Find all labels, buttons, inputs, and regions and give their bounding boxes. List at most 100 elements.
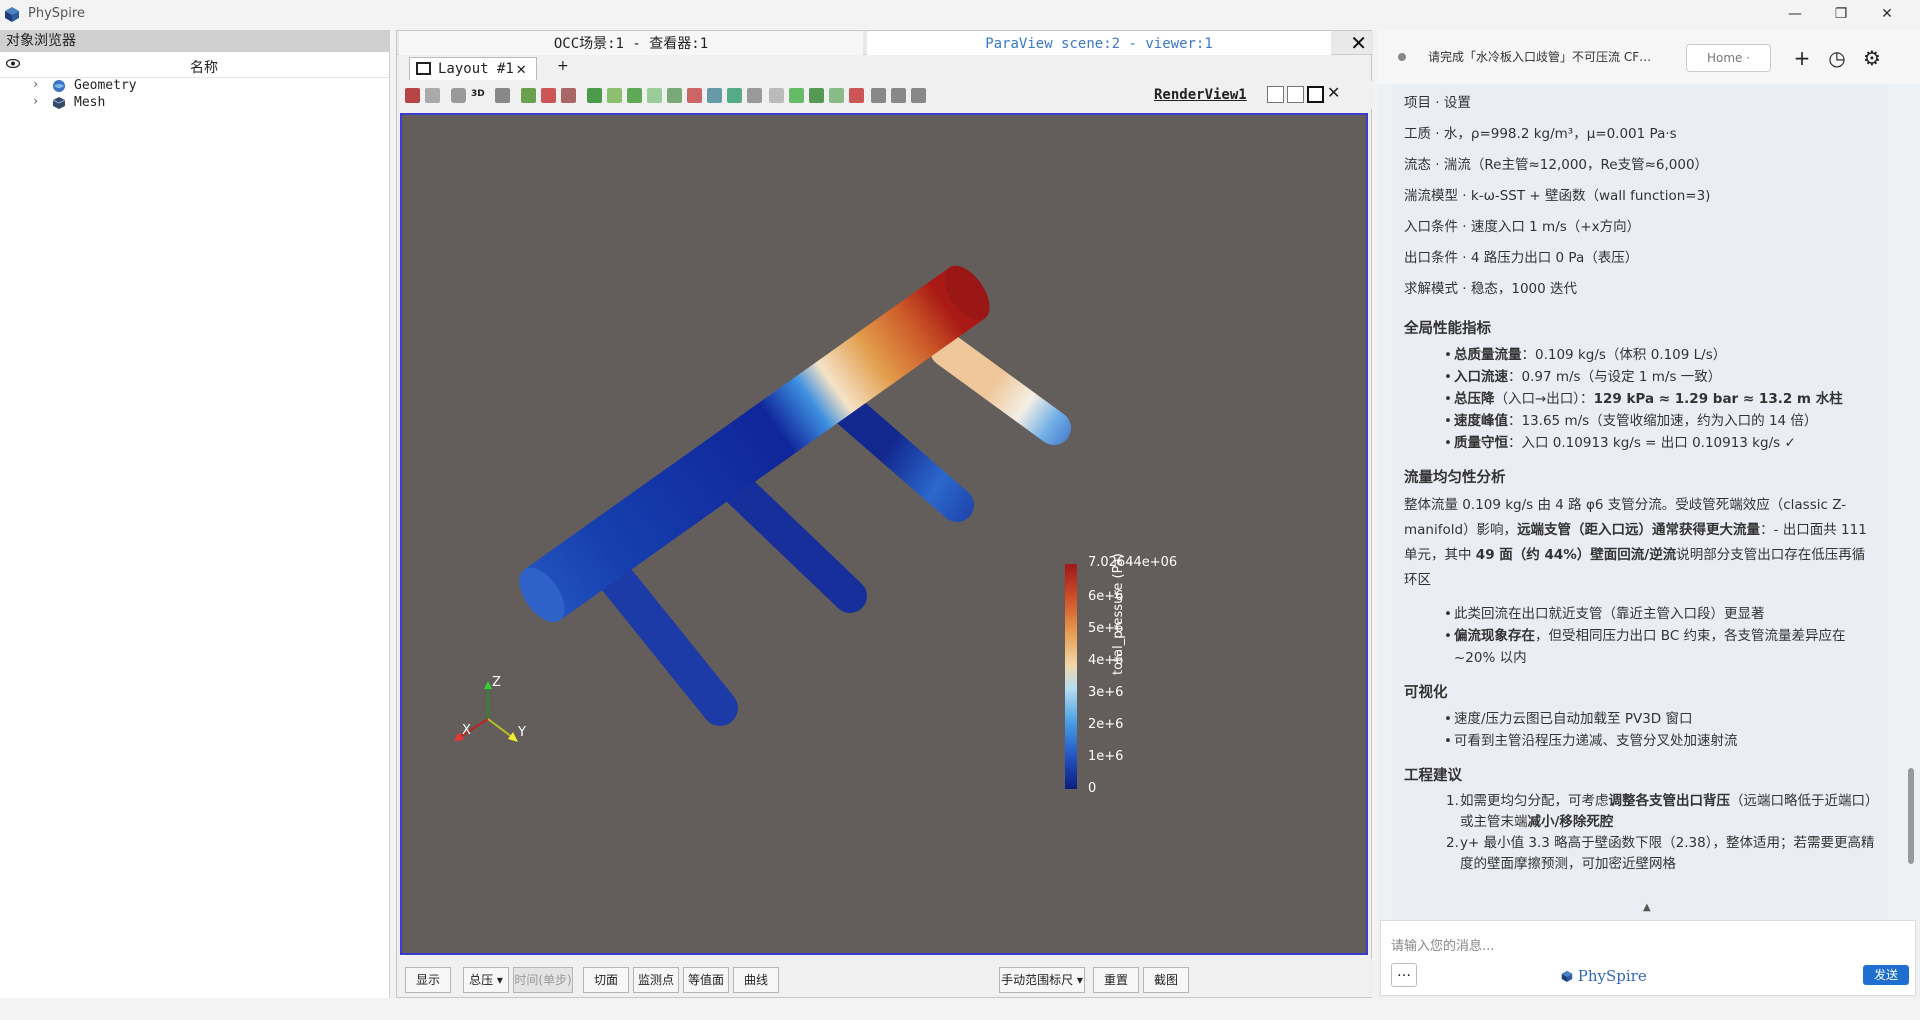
select-polygon-icon[interactable] (667, 88, 682, 103)
setup-line: 流态 · 湍流（Re主管≈12,000，Re支管≈6,000） (1404, 157, 1709, 173)
expand-chevron-icon[interactable]: › (32, 94, 39, 108)
viewer-tab-bar: OCC场景:1 - 查看器:1 ParaView scene:2 - viewe… (397, 31, 1373, 55)
chat-scrollbar-thumb[interactable] (1908, 768, 1914, 864)
add-layout-button[interactable]: + (557, 58, 569, 74)
clear-selection-icon[interactable] (747, 88, 762, 103)
setup-line: 项目 · 设置 (1404, 95, 1471, 111)
send-button[interactable]: 发送 (1863, 965, 1909, 985)
ruler-icon[interactable] (789, 88, 804, 103)
slice-button[interactable]: 切面 (583, 967, 629, 993)
edit-selection-icon[interactable] (769, 88, 784, 103)
session-title[interactable]: 请完成「水冷板入口歧管」不可压流 CF… (1428, 48, 1651, 65)
minimize-button[interactable]: — (1772, 0, 1818, 28)
metric-key: 质量守恒 (1454, 435, 1508, 451)
legend-tick-label: 0 (1088, 781, 1097, 796)
display-button[interactable]: 显示 (405, 967, 451, 993)
split-vertical-icon[interactable] (1287, 86, 1304, 103)
message-input-placeholder[interactable]: 请输入您的消息... (1391, 935, 1494, 954)
close-layout-button[interactable]: ✕ (516, 58, 526, 80)
hover-points-icon[interactable] (627, 88, 642, 103)
select-block-icon[interactable] (607, 88, 622, 103)
split-horizontal-icon[interactable] (1267, 86, 1284, 103)
object-browser-title: 对象浏览器 (0, 30, 389, 52)
variable-select[interactable]: 总压 ▾ (463, 967, 509, 993)
message-input-area[interactable]: 请输入您的消息... … PhySpire 发送 (1380, 920, 1916, 996)
brand-logo-icon (1561, 970, 1573, 982)
range-mode-select[interactable]: 手动范围标尺 ▾ (999, 967, 1085, 993)
hover-cells-icon[interactable] (647, 88, 662, 103)
save-state-icon[interactable] (405, 88, 420, 103)
probe-button[interactable]: 监测点 (633, 967, 679, 993)
visual-item: 可看到主管沿程压力递减、支管分叉处加速射流 (1404, 730, 1876, 752)
branch-pipe-2 (722, 473, 867, 613)
settings-icon[interactable]: ⚙ (1856, 42, 1888, 74)
text-run-bold: 远端支管（距入口远）通常获得更大流量 (1517, 522, 1761, 538)
new-chat-button[interactable]: + (1786, 42, 1818, 74)
add-annotation-icon[interactable] (871, 88, 886, 103)
contour-button[interactable]: 等值面 (683, 967, 729, 993)
metric-value: ：入口 0.10913 kg/s = 出口 0.10913 kg/s ✓ (1508, 435, 1796, 451)
app-title: PhySpire (28, 6, 85, 21)
reset-button[interactable]: 重置 (1093, 967, 1139, 993)
remove-annotation-icon[interactable] (891, 88, 906, 103)
setup-line: 工质 · 水，ρ=998.2 kg/m³，μ=0.001 Pa·s (1404, 126, 1677, 142)
layout-tab-label: Layout #1 (438, 61, 514, 77)
close-button[interactable]: ✕ (1864, 0, 1910, 28)
time-step-button[interactable]: 时间(单步) (513, 967, 573, 993)
tree-item-geometry[interactable]: › Geometry (0, 77, 389, 95)
maximize-view-icon[interactable] (1307, 86, 1324, 103)
metric-item: 速度峰值：13.65 m/s（支管收缩加速，约为入口的 14 倍） (1404, 410, 1876, 432)
text-run-bold: 偏流现象存在 (1454, 628, 1535, 644)
metric-item: 质量守恒：入口 0.10913 kg/s = 出口 0.10913 kg/s ✓ (1404, 432, 1876, 454)
render-view-label: RenderView1 (1154, 87, 1247, 103)
visibility-eye-icon[interactable] (6, 59, 20, 68)
screenshot-button[interactable]: 截图 (1143, 967, 1189, 993)
color-legend-bar (1065, 564, 1077, 789)
chat-message-report: 项目 · 设置 工质 · 水，ρ=998.2 kg/m³，μ=0.001 Pa·… (1392, 84, 1888, 922)
zoom-to-box-icon[interactable] (495, 88, 510, 103)
tab-layout-1[interactable]: Layout #1 ✕ (409, 57, 537, 80)
legend-max-label: 7.02644e+06 (1088, 555, 1178, 570)
tree-item-mesh[interactable]: › Mesh (0, 94, 389, 112)
grow-selection-icon[interactable] (707, 88, 722, 103)
curve-button[interactable]: 曲线 (733, 967, 779, 993)
trash-icon[interactable] (911, 88, 926, 103)
axis-z-arrow (484, 681, 492, 689)
metric-item: 总压降（入口→出口）：129 kPa ≈ 1.29 bar ≈ 13.2 m 水… (1404, 388, 1876, 410)
select-polygon-points-icon[interactable] (687, 88, 702, 103)
tab-paraview-viewer[interactable]: ParaView scene:2 - viewer:1 (867, 31, 1331, 55)
restore-button[interactable]: ❐ (1818, 0, 1864, 28)
interactive-select-icon[interactable] (587, 88, 602, 103)
text-run-bold: 减小/移除死腔 (1527, 814, 1614, 830)
label-icon[interactable] (829, 88, 844, 103)
shrink-selection-icon[interactable] (727, 88, 742, 103)
history-icon[interactable]: ◷ (1821, 42, 1853, 74)
brand-text: PhySpire (1577, 967, 1647, 985)
render-viewport[interactable]: Z X Y 7.02644e+06 6e+6 5e+6 4e+6 3e+6 2e… (400, 113, 1368, 955)
select-cells-icon[interactable] (521, 88, 536, 103)
metric-key: 总压降 (1454, 391, 1495, 407)
metric-value: ：0.97 m/s（与设定 1 m/s 一致） (1508, 369, 1722, 385)
select-points-icon[interactable] (541, 88, 556, 103)
title-bar: PhySpire — ❐ ✕ (0, 0, 1920, 28)
more-options-button[interactable]: … (1391, 963, 1417, 987)
manifold-geometry (454, 265, 1077, 789)
load-state-icon[interactable] (425, 88, 440, 103)
query-icon[interactable] (849, 88, 864, 103)
camera-screenshot-icon[interactable] (451, 88, 466, 103)
select-frustum-icon[interactable] (561, 88, 576, 103)
close-view-icon[interactable]: ✕ (1327, 85, 1344, 103)
angle-icon[interactable] (809, 88, 824, 103)
setup-line: 求解模式 · 稳态，1000 迭代 (1404, 281, 1578, 297)
close-viewer-button[interactable]: ✕ (1350, 32, 1367, 54)
expand-chevron-icon[interactable]: › (32, 77, 39, 91)
tab-occ-viewer[interactable]: OCC场景:1 - 查看器:1 (399, 31, 863, 55)
scroll-up-icon[interactable]: ▲ (1643, 902, 1651, 913)
section-heading-visual: 可视化 (1404, 685, 1448, 701)
render-toolbar: 3D RenderView1 ✕ (397, 81, 1373, 109)
layout-tab-bar: Layout #1 ✕ + (397, 56, 1373, 80)
legend-tick-label: 3e+6 (1088, 685, 1124, 700)
home-select[interactable]: Home · (1686, 44, 1771, 72)
toggle-3d-button[interactable]: 3D (471, 89, 491, 104)
metric-item: 总质量流量：0.109 kg/s（体积 0.109 L/s） (1404, 344, 1876, 366)
